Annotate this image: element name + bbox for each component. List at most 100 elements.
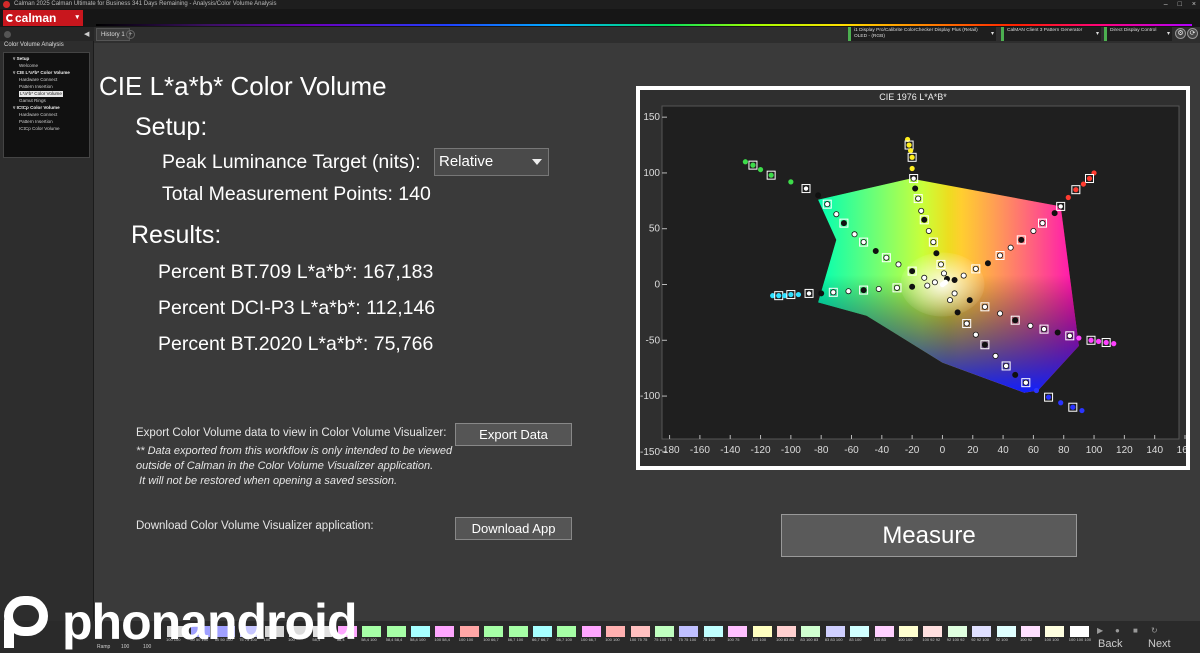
chevron-down-icon: ▾ bbox=[75, 14, 79, 21]
measured-point bbox=[972, 331, 979, 338]
app-icon bbox=[3, 1, 10, 8]
patch-label: 92 92 100 bbox=[971, 638, 989, 642]
measured-point bbox=[860, 287, 867, 294]
color-patch[interactable]: 58,4 58,4 bbox=[386, 626, 408, 648]
color-patch[interactable]: 75 75 100 bbox=[678, 626, 700, 648]
download-app-button[interactable]: Download App bbox=[455, 517, 572, 540]
x-tick-label: 0 bbox=[940, 445, 946, 456]
color-patch[interactable]: 58,4 100 bbox=[410, 626, 432, 648]
display-control-selector[interactable]: Direct Display Control ▾ bbox=[1104, 27, 1172, 41]
measured-point bbox=[931, 279, 938, 286]
patch-label: 100 100 bbox=[1044, 638, 1059, 642]
next-button[interactable]: Next bbox=[1148, 638, 1171, 650]
refresh-icon[interactable]: ⟳ bbox=[1187, 28, 1198, 39]
pattern-generator-selector[interactable]: CalMAN Client 3 Pattern Generator ▾ bbox=[1001, 27, 1101, 41]
color-patch[interactable]: 100 75 bbox=[727, 626, 749, 648]
measured-point bbox=[757, 166, 764, 173]
patch-label: 75 100 75 bbox=[654, 638, 672, 642]
color-patch[interactable]: 100 83 83 bbox=[776, 626, 798, 648]
stop-icon[interactable]: ■ bbox=[1133, 626, 1143, 636]
color-patch[interactable]: 100 100 bbox=[459, 626, 481, 648]
tree-item[interactable]: L*a*b* Color Volume bbox=[4, 90, 89, 97]
tree-item[interactable]: Hardware Connect bbox=[4, 111, 89, 118]
record-icon[interactable]: ● bbox=[1115, 626, 1125, 636]
color-patch[interactable]: 100 100 bbox=[1044, 626, 1066, 648]
color-patch[interactable]: 75 100 75 bbox=[654, 626, 676, 648]
tree-item-label: CIE L*a*b* Color Volume bbox=[16, 70, 70, 75]
calman-menu-button[interactable]: calman ▾ bbox=[3, 10, 83, 26]
tree-item[interactable]: Pattern Insertion bbox=[4, 118, 89, 125]
color-patch[interactable]: 92 100 bbox=[996, 626, 1018, 648]
tree-item[interactable]: ▿ CIE L*a*b* Color Volume bbox=[4, 69, 89, 76]
peak-luminance-dropdown[interactable]: Relative bbox=[434, 148, 549, 176]
y-tick-label: -150 bbox=[640, 447, 660, 458]
color-patch[interactable]: 100 75 75 bbox=[630, 626, 652, 648]
x-tick-label: -20 bbox=[905, 445, 920, 456]
loop-icon[interactable]: ↻ bbox=[1151, 626, 1161, 636]
measured-point bbox=[1007, 244, 1014, 251]
tree-item[interactable]: ▿ ICtCp Color Volume bbox=[4, 104, 89, 111]
measured-point bbox=[981, 303, 988, 310]
measured-point bbox=[1058, 400, 1064, 406]
setup-heading: Setup: bbox=[135, 113, 208, 141]
color-patch[interactable]: 75 100 bbox=[703, 626, 725, 648]
patch-label: 100 92 92 bbox=[922, 638, 941, 642]
tree-item[interactable]: ▿ Setup bbox=[4, 55, 89, 62]
patch-swatch bbox=[411, 626, 430, 637]
add-tab-button[interactable]: + bbox=[126, 30, 135, 39]
measured-point bbox=[909, 154, 915, 160]
play-icon[interactable]: ▶ bbox=[1097, 626, 1107, 636]
tree-item[interactable]: Welcome bbox=[4, 62, 89, 69]
sidebar-menu-icon[interactable] bbox=[4, 31, 11, 38]
color-patch[interactable]: 100 100 bbox=[752, 626, 774, 648]
color-patch[interactable]: 92 92 100 bbox=[971, 626, 993, 648]
collapse-sidebar-icon[interactable]: ◀ bbox=[84, 30, 89, 38]
measured-point bbox=[788, 179, 794, 185]
color-patch[interactable]: 83 100 bbox=[849, 626, 871, 648]
settings-gear-icon[interactable]: ⚙ bbox=[1175, 28, 1186, 39]
color-patch[interactable]: 100 100 bbox=[605, 626, 627, 648]
tree-item-label: ICtCp Color Volume bbox=[19, 126, 60, 131]
measured-point bbox=[960, 272, 967, 279]
color-patch[interactable]: 58,4 100 bbox=[361, 626, 383, 648]
color-patch[interactable]: 100 66,7 bbox=[581, 626, 603, 648]
maximize-button[interactable]: □ bbox=[1178, 0, 1182, 9]
color-patch[interactable]: 83 83 100 bbox=[825, 626, 847, 648]
close-button[interactable]: × bbox=[1192, 0, 1196, 9]
color-patch[interactable]: 100 66,7 bbox=[483, 626, 505, 648]
tree-item-label: Gamut Rings bbox=[19, 98, 46, 103]
color-patch[interactable]: 100 100 100 bbox=[1069, 626, 1091, 648]
patch-swatch bbox=[386, 626, 406, 637]
color-patch[interactable]: 66,7 66,7 bbox=[532, 626, 554, 648]
color-patch[interactable]: 100 100 bbox=[898, 626, 920, 648]
color-patch[interactable]: 100 83 bbox=[874, 626, 896, 648]
patch-label: 100 66,7 bbox=[483, 638, 499, 642]
color-patch[interactable]: 100 92 92 bbox=[922, 626, 944, 648]
title-bar: Calman 2025 Calman Ultimate for Business… bbox=[0, 0, 1200, 9]
measured-point bbox=[954, 309, 961, 316]
patch-swatch bbox=[777, 626, 796, 637]
color-patch[interactable]: 100 58,4 bbox=[434, 626, 456, 648]
tree-item[interactable]: ICtCp Color Volume bbox=[4, 125, 89, 132]
minimize-button[interactable]: – bbox=[1164, 0, 1168, 9]
measure-button[interactable]: Measure bbox=[781, 514, 1077, 557]
color-patch[interactable]: 100 92 bbox=[1020, 626, 1042, 648]
measured-point bbox=[921, 216, 928, 223]
measured-point bbox=[768, 172, 774, 178]
tree-item[interactable]: Gamut Rings bbox=[4, 97, 89, 104]
color-patch[interactable]: 83 100 83 bbox=[800, 626, 822, 648]
tree-item[interactable]: Hardware Connect bbox=[4, 76, 89, 83]
color-patch[interactable]: 92 100 92 bbox=[947, 626, 969, 648]
tab-history-1[interactable]: History 1 bbox=[96, 28, 130, 41]
color-patch[interactable]: 66,7 100 bbox=[556, 626, 578, 648]
color-patch[interactable]: 66,7 100 bbox=[508, 626, 530, 648]
meter-device-selector[interactable]: i1 Display Pro/Calibrite ColorChecker Di… bbox=[848, 27, 996, 41]
export-data-button[interactable]: Export Data bbox=[455, 423, 572, 446]
back-button[interactable]: Back bbox=[1098, 638, 1122, 650]
y-tick-label: 0 bbox=[654, 280, 660, 291]
x-tick-label: 120 bbox=[1116, 445, 1133, 456]
tree-item[interactable]: Pattern Insertion bbox=[4, 83, 89, 90]
measured-point bbox=[1054, 329, 1061, 336]
patch-label: 83 100 bbox=[849, 638, 862, 642]
measured-point bbox=[1065, 194, 1071, 201]
